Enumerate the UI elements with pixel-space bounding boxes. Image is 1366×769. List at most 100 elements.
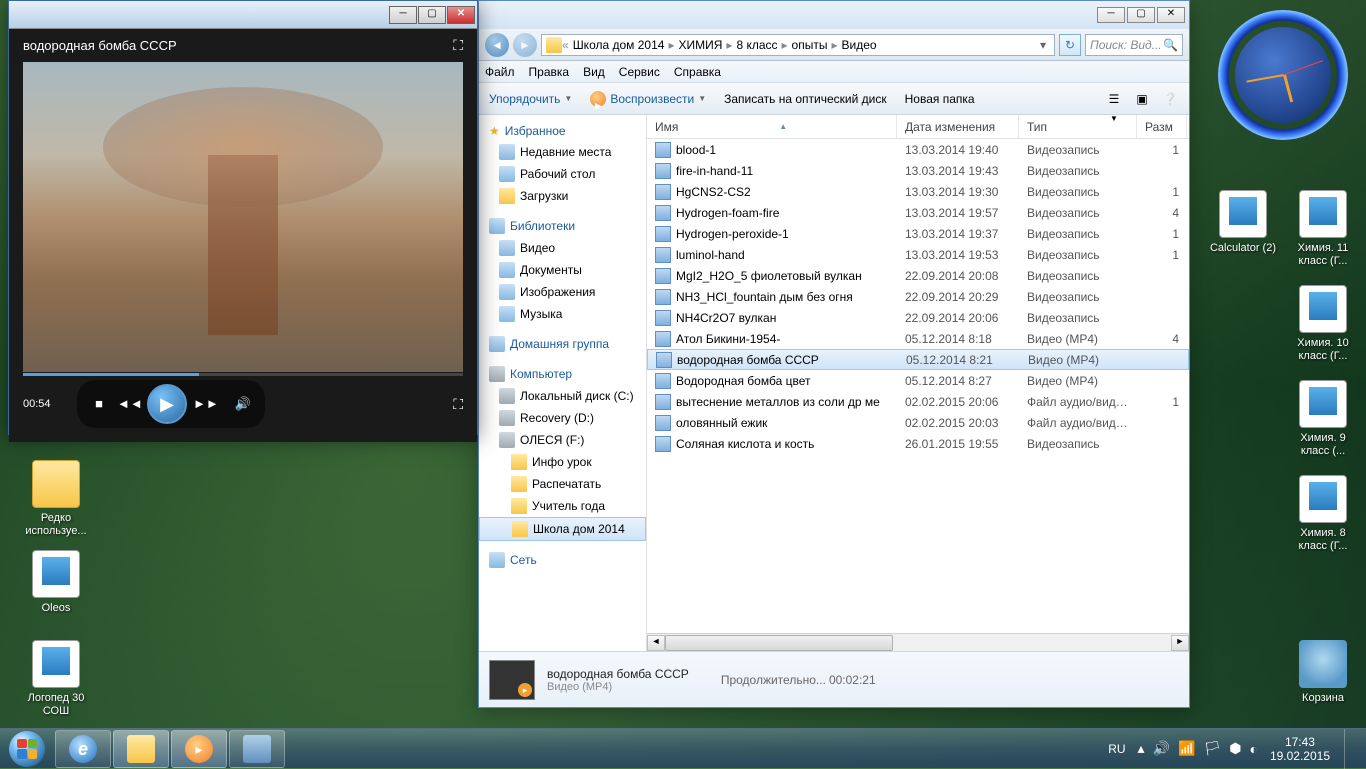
file-row[interactable]: luminol-hand13.03.2014 19:53Видеозапись1: [647, 244, 1189, 265]
taskbar-wmp[interactable]: [171, 730, 227, 768]
file-row[interactable]: оловянный ежик02.02.2015 20:03Файл аудио…: [647, 412, 1189, 433]
desktop-icon-oleos[interactable]: Oleos: [18, 550, 94, 615]
wmp-titlebar[interactable]: ─ ▢ ✕: [9, 1, 477, 29]
forward-button[interactable]: ►: [513, 33, 537, 57]
close-button[interactable]: ✕: [447, 6, 475, 24]
scroll-left-button[interactable]: ◄: [647, 635, 665, 651]
file-row[interactable]: HgCNS2-CS213.03.2014 19:30Видеозапись1: [647, 181, 1189, 202]
play-button[interactable]: ▶: [147, 384, 187, 424]
tree-recent[interactable]: Недавние места: [479, 141, 646, 163]
horizontal-scrollbar[interactable]: ◄ ►: [647, 633, 1189, 651]
prev-button[interactable]: ◄◄: [117, 392, 141, 416]
tree-computer[interactable]: Компьютер: [479, 363, 646, 385]
tree-desktop[interactable]: Рабочий стол: [479, 163, 646, 185]
file-row[interactable]: fire-in-hand-1113.03.2014 19:43Видеозапи…: [647, 160, 1189, 181]
tray-icon[interactable]: ◐: [1249, 741, 1257, 757]
tree-favorites[interactable]: ★Избранное: [479, 121, 646, 141]
organize-button[interactable]: Упорядочить ▼: [489, 92, 572, 106]
file-row[interactable]: Hydrogen-foam-fire13.03.2014 19:57Видеоз…: [647, 202, 1189, 223]
file-row[interactable]: водородная бомба СССР05.12.2014 8:21Виде…: [647, 349, 1189, 370]
show-desktop-button[interactable]: [1344, 729, 1358, 769]
tree-drive-d[interactable]: Recovery (D:): [479, 407, 646, 429]
tree-network[interactable]: Сеть: [479, 549, 646, 571]
tray-icon[interactable]: ⬢: [1229, 740, 1241, 757]
volume-icon[interactable]: 🔊: [1153, 740, 1170, 757]
progress-bar[interactable]: [23, 373, 463, 376]
preview-pane-button[interactable]: ▣: [1133, 90, 1151, 108]
scroll-thumb[interactable]: [665, 635, 893, 651]
tree-homegroup[interactable]: Домашняя группа: [479, 333, 646, 355]
file-row[interactable]: Соляная кислота и кость26.01.2015 19:55В…: [647, 433, 1189, 454]
desktop-icon-logoped[interactable]: Логопед 30 СОШ: [18, 640, 94, 718]
tree-music[interactable]: Музыка: [479, 303, 646, 325]
help-button[interactable]: ❔: [1161, 90, 1179, 108]
col-name[interactable]: Имя▲: [647, 115, 897, 138]
file-row[interactable]: Атол Бикини-1954-05.12.2014 8:18Видео (M…: [647, 328, 1189, 349]
taskbar-app[interactable]: [229, 730, 285, 768]
desktop-icon-chem10[interactable]: Химия. 10 класс (Г...: [1285, 285, 1361, 363]
desktop-icon-chem9[interactable]: Химия. 9 класс (...: [1285, 380, 1361, 458]
maximize-button[interactable]: ▢: [1127, 7, 1155, 23]
minimize-button[interactable]: ─: [1097, 7, 1125, 23]
new-folder-button[interactable]: Новая папка: [905, 92, 975, 106]
refresh-button[interactable]: ↻: [1059, 34, 1081, 56]
network-icon[interactable]: 📶: [1178, 740, 1195, 757]
expand-icon[interactable]: ⛶: [453, 37, 463, 54]
tree-downloads[interactable]: Загрузки: [479, 185, 646, 207]
file-row[interactable]: NH4Cr2O7 вулкан22.09.2014 20:06Видеозапи…: [647, 307, 1189, 328]
tree-video[interactable]: Видео: [479, 237, 646, 259]
tree-drive-f[interactable]: ОЛЕСЯ (F:): [479, 429, 646, 451]
taskbar-explorer[interactable]: [113, 730, 169, 768]
scroll-right-button[interactable]: ►: [1171, 635, 1189, 651]
view-options-button[interactable]: ☰ ▼: [1105, 90, 1123, 108]
tree-folder-info[interactable]: Инфо урок: [479, 451, 646, 473]
fullscreen-button[interactable]: ⛶: [453, 396, 463, 413]
taskbar-clock[interactable]: 17:43 19.02.2015: [1270, 735, 1330, 763]
menu-file[interactable]: Файл: [485, 65, 515, 79]
menu-view[interactable]: Вид: [583, 65, 605, 79]
maximize-button[interactable]: ▢: [418, 6, 446, 24]
desktop-icon-recycle[interactable]: Корзина: [1285, 640, 1361, 705]
col-size[interactable]: Разм: [1137, 115, 1187, 138]
file-row[interactable]: Hydrogen-peroxide-113.03.2014 19:37Видео…: [647, 223, 1189, 244]
breadcrumb[interactable]: « Школа дом 2014▸ ХИМИЯ▸ 8 класс▸ опыты▸…: [541, 34, 1055, 56]
file-row[interactable]: вытеснение металлов из соли др ме02.02.2…: [647, 391, 1189, 412]
play-button[interactable]: Воспроизвести ▼: [590, 91, 706, 107]
stop-button[interactable]: ■: [87, 392, 111, 416]
menu-edit[interactable]: Правка: [529, 65, 570, 79]
tree-documents[interactable]: Документы: [479, 259, 646, 281]
scroll-track[interactable]: [665, 635, 1171, 651]
explorer-titlebar[interactable]: ─ ▢ ✕: [479, 1, 1189, 29]
volume-button[interactable]: 🔊: [231, 392, 255, 416]
desktop-icon-chem11[interactable]: Химия. 11 класс (Г...: [1285, 190, 1361, 268]
back-button[interactable]: ◄: [485, 33, 509, 57]
burn-button[interactable]: Записать на оптический диск: [724, 92, 887, 106]
tree-folder-teacher[interactable]: Учитель года: [479, 495, 646, 517]
desktop-icon-calculator[interactable]: Calculator (2): [1205, 190, 1281, 255]
tree-drive-c[interactable]: Локальный диск (C:): [479, 385, 646, 407]
tree-folder-print[interactable]: Распечатать: [479, 473, 646, 495]
col-date[interactable]: Дата изменения: [897, 115, 1019, 138]
tree-libraries[interactable]: Библиотеки: [479, 215, 646, 237]
language-indicator[interactable]: RU: [1104, 742, 1129, 756]
chevron-down-icon[interactable]: ▾: [1036, 38, 1050, 52]
clock-gadget[interactable]: [1218, 10, 1348, 140]
file-row[interactable]: Водородная бомба цвет05.12.2014 8:27Виде…: [647, 370, 1189, 391]
menu-tools[interactable]: Сервис: [619, 65, 660, 79]
close-button[interactable]: ✕: [1157, 7, 1185, 23]
tree-pictures[interactable]: Изображения: [479, 281, 646, 303]
start-button[interactable]: [0, 729, 54, 769]
tree-folder-school[interactable]: Школа дом 2014: [479, 517, 646, 541]
next-button[interactable]: ►►: [193, 392, 217, 416]
menu-help[interactable]: Справка: [674, 65, 721, 79]
desktop-icon-chem8[interactable]: Химия. 8 класс (Г...: [1285, 475, 1361, 553]
search-input[interactable]: Поиск: Вид... 🔍: [1085, 34, 1183, 56]
taskbar-ie[interactable]: [55, 730, 111, 768]
file-row[interactable]: MgI2_H2O_5 фиолетовый вулкан22.09.2014 2…: [647, 265, 1189, 286]
desktop-icon-rarely-used[interactable]: Редко используе...: [18, 460, 94, 538]
video-area[interactable]: [23, 62, 463, 372]
file-row[interactable]: blood-113.03.2014 19:40Видеозапись1: [647, 139, 1189, 160]
action-center-icon[interactable]: 🏳: [1203, 740, 1221, 757]
file-row[interactable]: NH3_HCl_fountain дым без огня22.09.2014 …: [647, 286, 1189, 307]
tray-chevron-icon[interactable]: ▴: [1138, 740, 1145, 757]
